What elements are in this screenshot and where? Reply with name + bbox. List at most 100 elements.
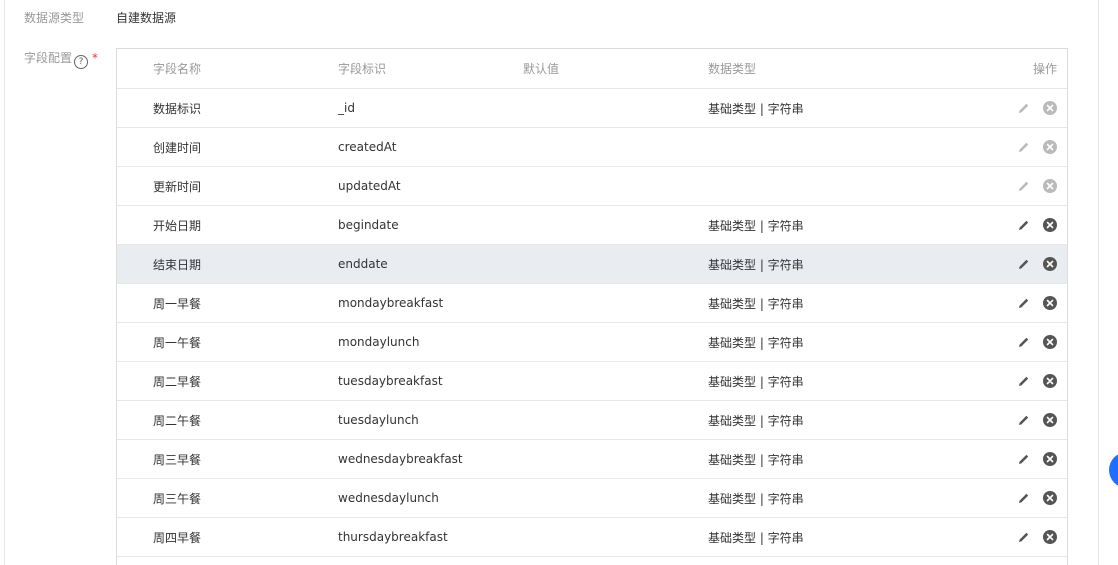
table-row: 周二午餐 tuesdaylunch 基础类型 | 字符串 <box>117 401 1067 440</box>
header-ops: 操作 <box>1032 62 1057 76</box>
close-circle-icon[interactable] <box>1043 452 1057 466</box>
row-actions <box>1017 245 1057 283</box>
table-body: 数据标识 _id 基础类型 | 字符串 创建时间 createdAt 更新时间 update… <box>117 89 1067 557</box>
field-key: wednesdaybreakfast <box>338 452 463 466</box>
row-actions <box>1017 518 1057 556</box>
row-actions <box>1017 440 1057 478</box>
field-key: _id <box>338 101 355 115</box>
table-row: 更新时间 updatedAt <box>117 167 1067 206</box>
left-border <box>4 0 5 565</box>
field-type: 基础类型 | 字符串 <box>708 374 804 389</box>
table-row: 开始日期 begindate 基础类型 | 字符串 <box>117 206 1067 245</box>
close-circle-icon[interactable] <box>1043 491 1057 505</box>
table-row: 周三早餐 wednesdaybreakfast 基础类型 | 字符串 <box>117 440 1067 479</box>
close-circle-icon[interactable] <box>1043 374 1057 388</box>
form-page: 数据源类型 自建数据源 字段配置? * 字段名称 字段标识 默认值 数据类型 操作… <box>0 0 1118 565</box>
field-type: 基础类型 | 字符串 <box>708 452 804 467</box>
pencil-icon[interactable] <box>1017 413 1031 427</box>
pencil-icon[interactable] <box>1017 296 1031 310</box>
field-key: mondaybreakfast <box>338 296 444 310</box>
field-config-label-group: 字段配置? * <box>24 49 98 69</box>
close-circle-icon <box>1043 179 1057 193</box>
required-mark: * <box>92 51 99 65</box>
pencil-icon[interactable] <box>1017 491 1031 505</box>
field-config-label: 字段配置 <box>24 51 73 65</box>
field-type: 基础类型 | 字符串 <box>708 101 804 116</box>
field-type: 基础类型 | 字符串 <box>708 296 804 311</box>
table-row: 周二早餐 tuesdaybreakfast 基础类型 | 字符串 <box>117 362 1067 401</box>
table-row: 周一早餐 mondaybreakfast 基础类型 | 字符串 <box>117 284 1067 323</box>
row-actions <box>1017 206 1057 244</box>
actions-group <box>1017 452 1057 466</box>
field-type: 基础类型 | 字符串 <box>708 218 804 233</box>
table-row: 周一午餐 mondaylunch 基础类型 | 字符串 <box>117 323 1067 362</box>
actions-group <box>1017 296 1057 310</box>
close-circle-icon[interactable] <box>1043 296 1057 310</box>
close-circle-icon <box>1043 101 1057 115</box>
field-name: 开始日期 <box>153 218 202 233</box>
source-type-value: 自建数据源 <box>116 11 177 25</box>
row-actions <box>1017 401 1057 439</box>
field-name: 周四早餐 <box>153 530 202 545</box>
field-key: enddate <box>338 257 388 271</box>
table-row: 周三午餐 wednesdaylunch 基础类型 | 字符串 <box>117 479 1067 518</box>
field-name: 周三午餐 <box>153 491 202 506</box>
field-key: tuesdaybreakfast <box>338 374 443 388</box>
field-name: 创建时间 <box>153 140 202 155</box>
actions-group <box>1017 140 1057 154</box>
table-row: 数据标识 _id 基础类型 | 字符串 <box>117 89 1067 128</box>
field-key: mondaylunch <box>338 335 420 349</box>
header-default: 默认值 <box>523 62 560 76</box>
actions-group <box>1017 374 1057 388</box>
field-key: updatedAt <box>338 179 401 193</box>
floating-action-button[interactable] <box>1109 452 1118 488</box>
pencil-icon[interactable] <box>1017 452 1031 466</box>
pencil-icon[interactable] <box>1017 257 1031 271</box>
pencil-icon[interactable] <box>1017 335 1031 349</box>
header-name: 字段名称 <box>153 62 202 76</box>
field-type: 基础类型 | 字符串 <box>708 530 804 545</box>
close-circle-icon[interactable] <box>1043 530 1057 544</box>
pencil-icon <box>1017 140 1031 154</box>
pencil-icon[interactable] <box>1017 374 1031 388</box>
actions-group <box>1017 335 1057 349</box>
field-key: createdAt <box>338 140 397 154</box>
actions-group <box>1017 101 1057 115</box>
table-header: 字段名称 字段标识 默认值 数据类型 操作 <box>117 49 1067 89</box>
field-type: 基础类型 | 字符串 <box>708 335 804 350</box>
close-circle-icon[interactable] <box>1043 335 1057 349</box>
row-actions <box>1017 284 1057 322</box>
actions-group <box>1017 257 1057 271</box>
actions-group <box>1017 413 1057 427</box>
pencil-icon <box>1017 179 1031 193</box>
row-actions <box>1017 362 1057 400</box>
field-name: 周三早餐 <box>153 452 202 467</box>
field-name: 周二早餐 <box>153 374 202 389</box>
close-circle-icon[interactable] <box>1043 218 1057 232</box>
row-actions <box>1017 479 1057 517</box>
header-key: 字段标识 <box>338 62 387 76</box>
field-key: begindate <box>338 218 399 232</box>
field-name: 周二午餐 <box>153 413 202 428</box>
close-circle-icon[interactable] <box>1043 257 1057 271</box>
question-circle-icon[interactable]: ? <box>74 55 89 69</box>
actions-group <box>1017 491 1057 505</box>
actions-group <box>1017 218 1057 232</box>
close-circle-icon[interactable] <box>1043 413 1057 427</box>
field-name: 周一午餐 <box>153 335 202 350</box>
field-name: 结束日期 <box>153 257 202 272</box>
actions-group <box>1017 179 1057 193</box>
row-actions <box>1017 89 1057 127</box>
right-border <box>1098 0 1099 565</box>
pencil-icon[interactable] <box>1017 530 1031 544</box>
fields-table: 字段名称 字段标识 默认值 数据类型 操作 数据标识 _id 基础类型 | 字符串创… <box>116 48 1068 565</box>
field-type: 基础类型 | 字符串 <box>708 413 804 428</box>
pencil-icon[interactable] <box>1017 218 1031 232</box>
row-actions <box>1017 128 1057 166</box>
field-type: 基础类型 | 字符串 <box>708 257 804 272</box>
table-row: 结束日期 enddate 基础类型 | 字符串 <box>117 245 1067 284</box>
field-type: 基础类型 | 字符串 <box>708 491 804 506</box>
field-name: 数据标识 <box>153 101 202 116</box>
actions-group <box>1017 530 1057 544</box>
table-row: 创建时间 createdAt <box>117 128 1067 167</box>
